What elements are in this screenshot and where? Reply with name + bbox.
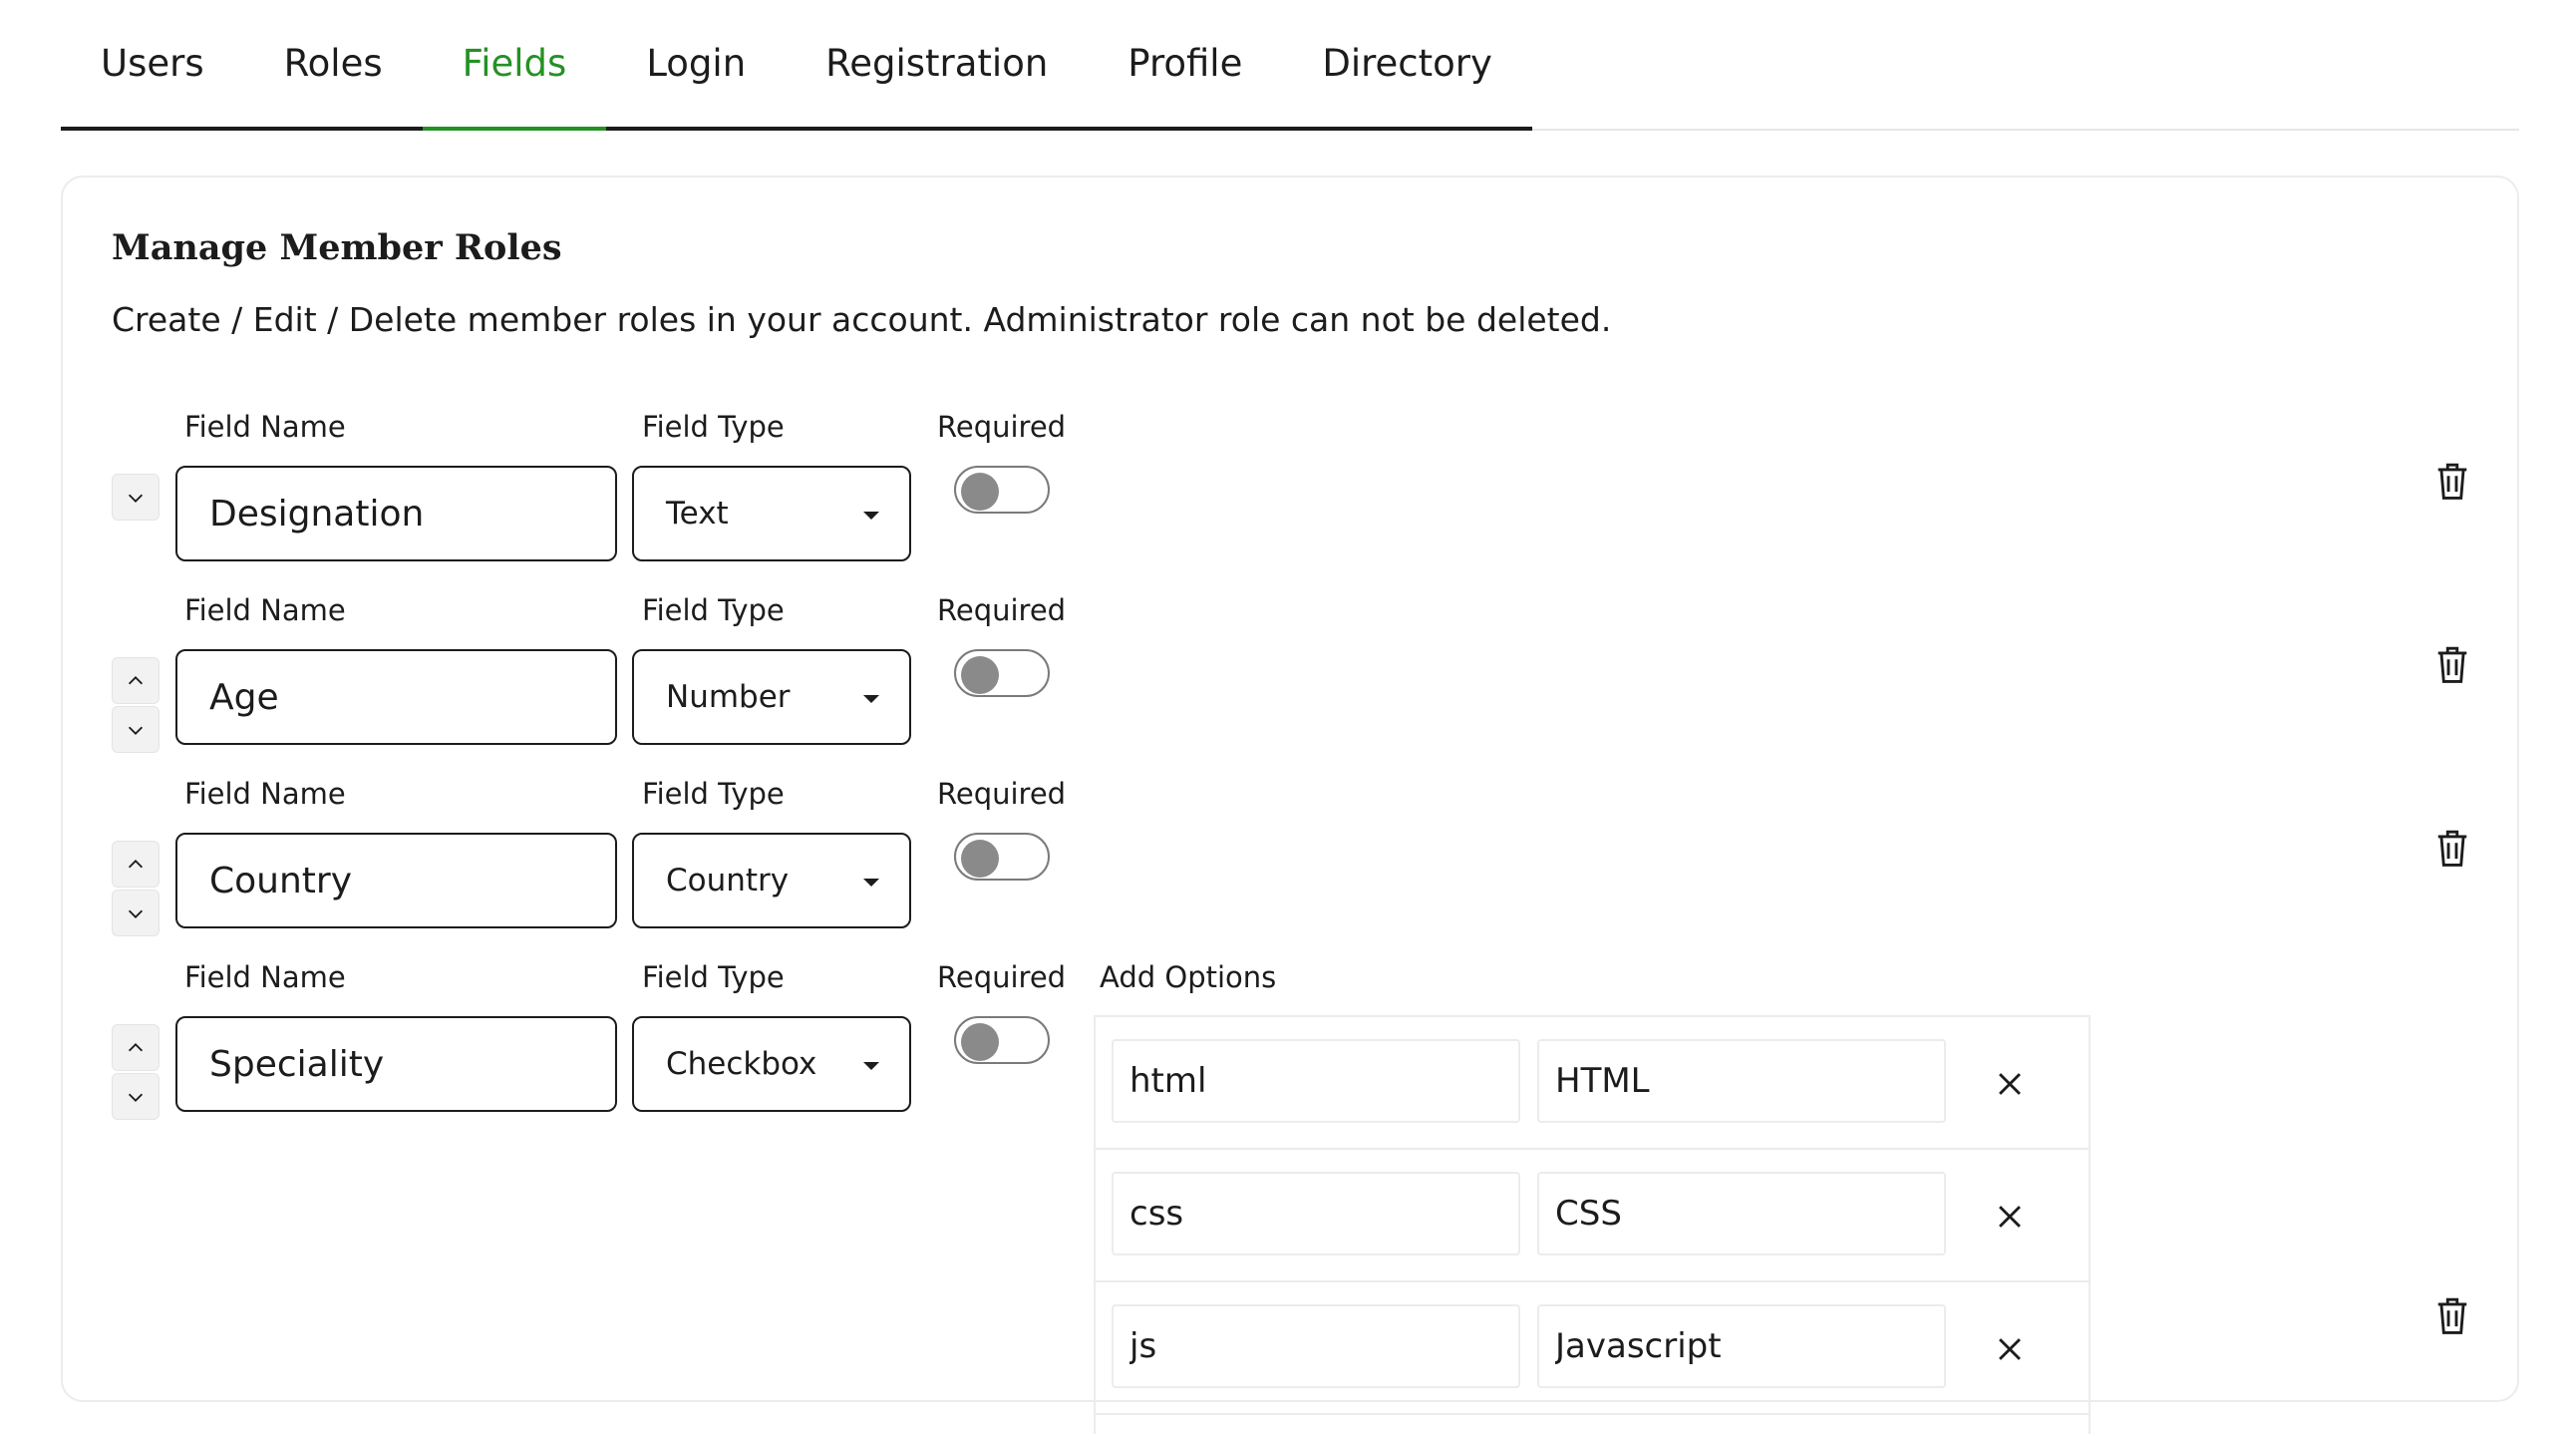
tab-roles[interactable]: Roles [244,0,423,127]
caret-down-icon [863,512,879,520]
required-label: Required [937,410,1067,444]
close-icon[interactable] [1993,1332,2027,1366]
option-value-input[interactable] [1537,1172,1946,1255]
move-up-button[interactable] [112,841,160,888]
field-type-label: Field Type [642,593,785,627]
options-panel [1094,1015,2091,1434]
toggle-knob [961,473,999,511]
caret-down-icon [863,695,879,703]
field-type-label: Field Type [642,777,785,811]
required-toggle[interactable] [954,649,1050,697]
field-name-label: Field Name [184,410,346,444]
field-name-input[interactable] [175,466,617,561]
option-value-input[interactable] [1537,1039,1946,1123]
chevron-down-icon [128,726,144,735]
field-row-age: Field Name Field Type Required Number [63,593,2517,763]
add-options-label: Add Options [1100,960,1277,994]
field-type-label: Field Type [642,960,785,994]
move-down-button[interactable] [112,1073,160,1120]
option-key-input[interactable] [1112,1039,1520,1123]
field-name-label: Field Name [184,960,346,994]
tab-strip: Users Roles Fields Login Registration Pr… [61,0,1532,131]
field-name-input[interactable] [175,649,617,745]
option-row [1096,1150,2089,1282]
chevron-up-icon [128,859,144,868]
fields-card: Manage Member Roles Create / Edit / Dele… [61,176,2519,1434]
order-controls [112,841,160,936]
field-type-value: Text [666,496,729,532]
required-toggle[interactable] [954,466,1050,514]
field-row-country: Field Name Field Type Required Country [63,777,2517,946]
move-up-button[interactable] [112,1024,160,1071]
move-down-button[interactable] [112,474,160,521]
tab-bar: Users Roles Fields Login Registration Pr… [61,0,2519,131]
option-value-input[interactable] [1537,1304,1946,1388]
trash-icon[interactable] [2433,1294,2471,1336]
field-type-select[interactable]: Country [632,833,911,928]
move-down-button[interactable] [112,890,160,936]
tab-fields[interactable]: Fields [422,0,607,131]
required-label: Required [937,960,1067,994]
order-controls [112,474,160,521]
card-description: Create / Edit / Delete member roles in y… [112,300,1612,339]
chevron-down-icon [128,909,144,918]
field-type-select[interactable]: Number [632,649,911,745]
field-row-designation: Field Name Field Type Required Text [63,410,2517,579]
card-title: Manage Member Roles [112,227,562,268]
chevron-down-icon [128,494,144,503]
field-name-input[interactable] [175,1016,617,1112]
trash-icon[interactable] [2433,643,2471,685]
field-type-value: Number [666,679,791,715]
field-name-label: Field Name [184,777,346,811]
order-controls [112,1024,160,1120]
order-controls [112,657,160,753]
required-label: Required [937,777,1067,811]
trash-icon[interactable] [2433,460,2471,502]
tab-login[interactable]: Login [606,0,786,127]
chevron-down-icon [128,1093,144,1102]
tab-profile[interactable]: Profile [1088,0,1282,127]
trash-icon[interactable] [2433,827,2471,869]
move-up-button[interactable] [112,657,160,704]
close-icon[interactable] [1993,1200,2027,1234]
field-type-select[interactable]: Checkbox [632,1016,911,1112]
required-toggle[interactable] [954,1016,1050,1064]
toggle-knob [961,656,999,694]
tab-directory[interactable]: Directory [1282,0,1532,127]
tab-registration[interactable]: Registration [786,0,1088,127]
caret-down-icon [863,879,879,887]
field-name-label: Field Name [184,593,346,627]
tab-users[interactable]: Users [61,0,244,127]
toggle-knob [961,1023,999,1061]
caret-down-icon [863,1062,879,1070]
option-row [1096,1282,2089,1415]
option-key-input[interactable] [1112,1304,1520,1388]
field-type-value: Checkbox [666,1046,817,1082]
option-row [1096,1017,2089,1150]
close-icon[interactable] [1993,1067,2027,1101]
move-down-button[interactable] [112,706,160,753]
toggle-knob [961,840,999,878]
field-type-label: Field Type [642,410,785,444]
option-key-input[interactable] [1112,1172,1520,1255]
chevron-up-icon [128,675,144,684]
required-label: Required [937,593,1067,627]
field-type-select[interactable]: Text [632,466,911,561]
field-name-input[interactable] [175,833,617,928]
chevron-up-icon [128,1042,144,1051]
required-toggle[interactable] [954,833,1050,881]
field-type-value: Country [666,863,790,898]
